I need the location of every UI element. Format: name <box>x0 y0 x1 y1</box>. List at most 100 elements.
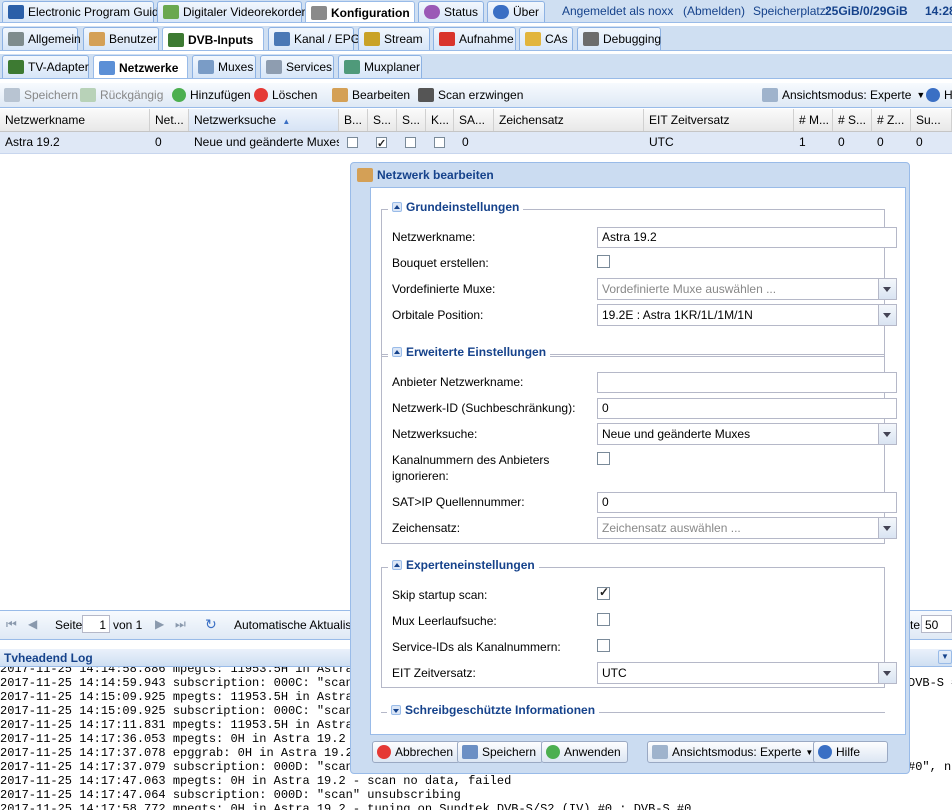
tab-general[interactable]: Allgemein <box>2 27 81 50</box>
delete-button[interactable]: Löschen <box>254 83 317 107</box>
collapse-toggle-icon[interactable] <box>392 202 402 212</box>
dialog-view-mode-button[interactable]: Ansichtsmodus: Experte ▼ <box>647 741 821 763</box>
tab-tv-adapter[interactable]: TV-Adapter <box>2 55 89 78</box>
fieldset-expert-title: Experteneinstellungen <box>406 558 535 572</box>
network-id-field[interactable]: 0 <box>597 398 897 419</box>
expand-toggle-icon[interactable] <box>391 705 401 715</box>
chevron-down-icon[interactable] <box>878 279 896 299</box>
col-m[interactable]: # M... <box>794 109 833 131</box>
tab-users[interactable]: Benutzer <box>83 27 159 50</box>
col-network-search[interactable]: Netzwerksuche ▲ <box>189 109 339 131</box>
auto-refresh-label[interactable]: Automatische Aktualisie <box>234 618 361 632</box>
predefined-muxes-select[interactable]: Vordefinierte Muxe auswählen ... <box>597 278 897 300</box>
col-s2[interactable]: S... <box>397 109 426 131</box>
tab-dvb-inputs-label: DVB-Inputs <box>188 32 254 47</box>
force-scan-button[interactable]: Scan erzwingen <box>418 83 523 107</box>
chevron-down-icon[interactable] <box>878 424 896 444</box>
tab-channel-epg[interactable]: Kanal / EPG <box>268 27 360 50</box>
col-b[interactable]: B... <box>339 109 368 131</box>
help-button[interactable]: Hi <box>926 83 952 107</box>
mux-idle-scan-checkbox[interactable] <box>597 613 610 626</box>
tab-recording[interactable]: Aufnahme <box>433 27 516 50</box>
collapse-toggle-icon[interactable] <box>392 560 402 570</box>
col-eit[interactable]: EIT Zeitversatz <box>644 109 794 131</box>
prev-page-icon[interactable]: ◀ <box>28 617 37 631</box>
logout-link[interactable]: (Abmelden) <box>683 0 745 22</box>
cell-s2-checkbox[interactable] <box>405 137 416 149</box>
col-charset[interactable]: Zeichensatz <box>494 109 644 131</box>
chevron-down-icon[interactable] <box>878 305 896 325</box>
network-search-select[interactable]: Neue und geänderte Muxes <box>597 423 897 445</box>
dialog-save-button[interactable]: Speichern <box>457 741 544 763</box>
tab-cas[interactable]: CAs <box>519 27 573 50</box>
per-page-input[interactable]: 50 <box>921 615 952 633</box>
apply-button[interactable]: Anwenden <box>541 741 628 763</box>
tab-mux-scheduler[interactable]: Muxplaner <box>338 55 422 78</box>
tools-icon <box>8 32 24 46</box>
provider-network-name-field[interactable] <box>597 372 897 393</box>
cell-s1-checkbox[interactable] <box>376 134 387 153</box>
fieldset-expert-legend[interactable]: Experteneinstellungen <box>388 558 539 572</box>
refresh-icon[interactable]: ↻ <box>205 616 217 633</box>
tab-networks[interactable]: Netzwerke <box>93 55 188 78</box>
cell-b-checkbox[interactable] <box>347 137 358 149</box>
add-button[interactable]: Hinzufügen <box>172 83 251 107</box>
collapse-icon[interactable]: ▼ <box>938 650 952 664</box>
tab-configuration[interactable]: Konfiguration <box>305 1 415 22</box>
orbital-position-label: Orbitale Position: <box>392 308 484 322</box>
table-row[interactable]: Astra 19.2 0 Neue und geänderte Muxes 0 … <box>0 132 952 154</box>
chevron-down-icon[interactable] <box>878 663 896 683</box>
force-scan-button-label: Scan erzwingen <box>438 88 524 102</box>
tab-stream[interactable]: Stream <box>358 27 430 50</box>
first-page-icon[interactable]: ⏮ <box>6 617 17 632</box>
dialog-view-mode-label: Ansichtsmodus: Experte <box>672 745 802 759</box>
ignore-numbers-checkbox[interactable] <box>597 452 610 465</box>
cancel-button[interactable]: Abbrechen <box>372 741 461 763</box>
tab-epg[interactable]: Electronic Program Guide <box>2 1 165 22</box>
cell-k-checkbox[interactable] <box>434 137 445 149</box>
bouquet-checkbox[interactable] <box>597 255 610 268</box>
col-net[interactable]: Net... <box>150 109 189 131</box>
undo-button[interactable]: Rückgängig <box>80 83 163 107</box>
col-s[interactable]: # S... <box>833 109 872 131</box>
tab-debugging[interactable]: Debugging <box>577 27 661 50</box>
cell-net: 0 <box>155 135 162 149</box>
dialog-title-bar[interactable]: Netzwerk bearbeiten <box>351 163 909 187</box>
chevron-down-icon[interactable] <box>878 518 896 538</box>
col-network-search-label: Netzwerksuche <box>194 113 277 127</box>
page-input[interactable]: 1 <box>82 615 110 633</box>
clock: 14:28 <box>925 4 952 18</box>
next-page-icon[interactable]: ▶ <box>155 617 164 631</box>
view-mode-button[interactable]: Ansichtsmodus: Experte ▼ <box>762 83 925 107</box>
save-button[interactable]: Speichern <box>4 83 78 107</box>
col-sa[interactable]: SA... <box>454 109 494 131</box>
fieldset-advanced-legend[interactable]: Erweiterte Einstellungen <box>388 345 551 359</box>
tab-muxes[interactable]: Muxes <box>192 55 256 78</box>
dialog-help-button[interactable]: Hilfe <box>813 741 888 763</box>
col-k[interactable]: K... <box>426 109 454 131</box>
tab-about[interactable]: Über <box>487 1 545 22</box>
fieldset-readonly-legend[interactable]: Schreibgeschützte Informationen <box>387 703 600 717</box>
col-z[interactable]: # Z... <box>872 109 911 131</box>
tab-status[interactable]: Status <box>418 1 484 22</box>
col-network-name[interactable]: Netzwerkname <box>0 109 150 131</box>
eit-offset-select[interactable]: UTC <box>597 662 897 684</box>
last-page-icon[interactable]: ⏭ <box>175 617 186 632</box>
skip-startup-scan-checkbox[interactable] <box>597 585 610 600</box>
tab-dvb-inputs[interactable]: DVB-Inputs <box>162 27 264 50</box>
col-s1[interactable]: S... <box>368 109 397 131</box>
tab-services[interactable]: Services <box>260 55 334 78</box>
satip-source-field[interactable]: 0 <box>597 492 897 513</box>
charset-select[interactable]: Zeichensatz auswählen ... <box>597 517 897 539</box>
edit-button[interactable]: Bearbeiten <box>332 83 410 107</box>
predefined-muxes-placeholder: Vordefinierte Muxe auswählen ... <box>602 282 777 296</box>
sid-channel-numbers-checkbox[interactable] <box>597 639 610 652</box>
network-name-field[interactable]: Astra 19.2 <box>597 227 897 248</box>
col-su[interactable]: Su... <box>911 109 952 131</box>
network-name-label: Netzwerkname: <box>392 230 476 244</box>
collapse-toggle-icon[interactable] <box>392 347 402 357</box>
tab-cas-label: CAs <box>545 32 568 46</box>
tab-dvr[interactable]: Digitaler Videorekorder <box>157 1 306 22</box>
fieldset-basic-legend[interactable]: Grundeinstellungen <box>388 200 524 214</box>
orbital-position-select[interactable]: 19.2E : Astra 1KR/1L/1M/1N <box>597 304 897 326</box>
